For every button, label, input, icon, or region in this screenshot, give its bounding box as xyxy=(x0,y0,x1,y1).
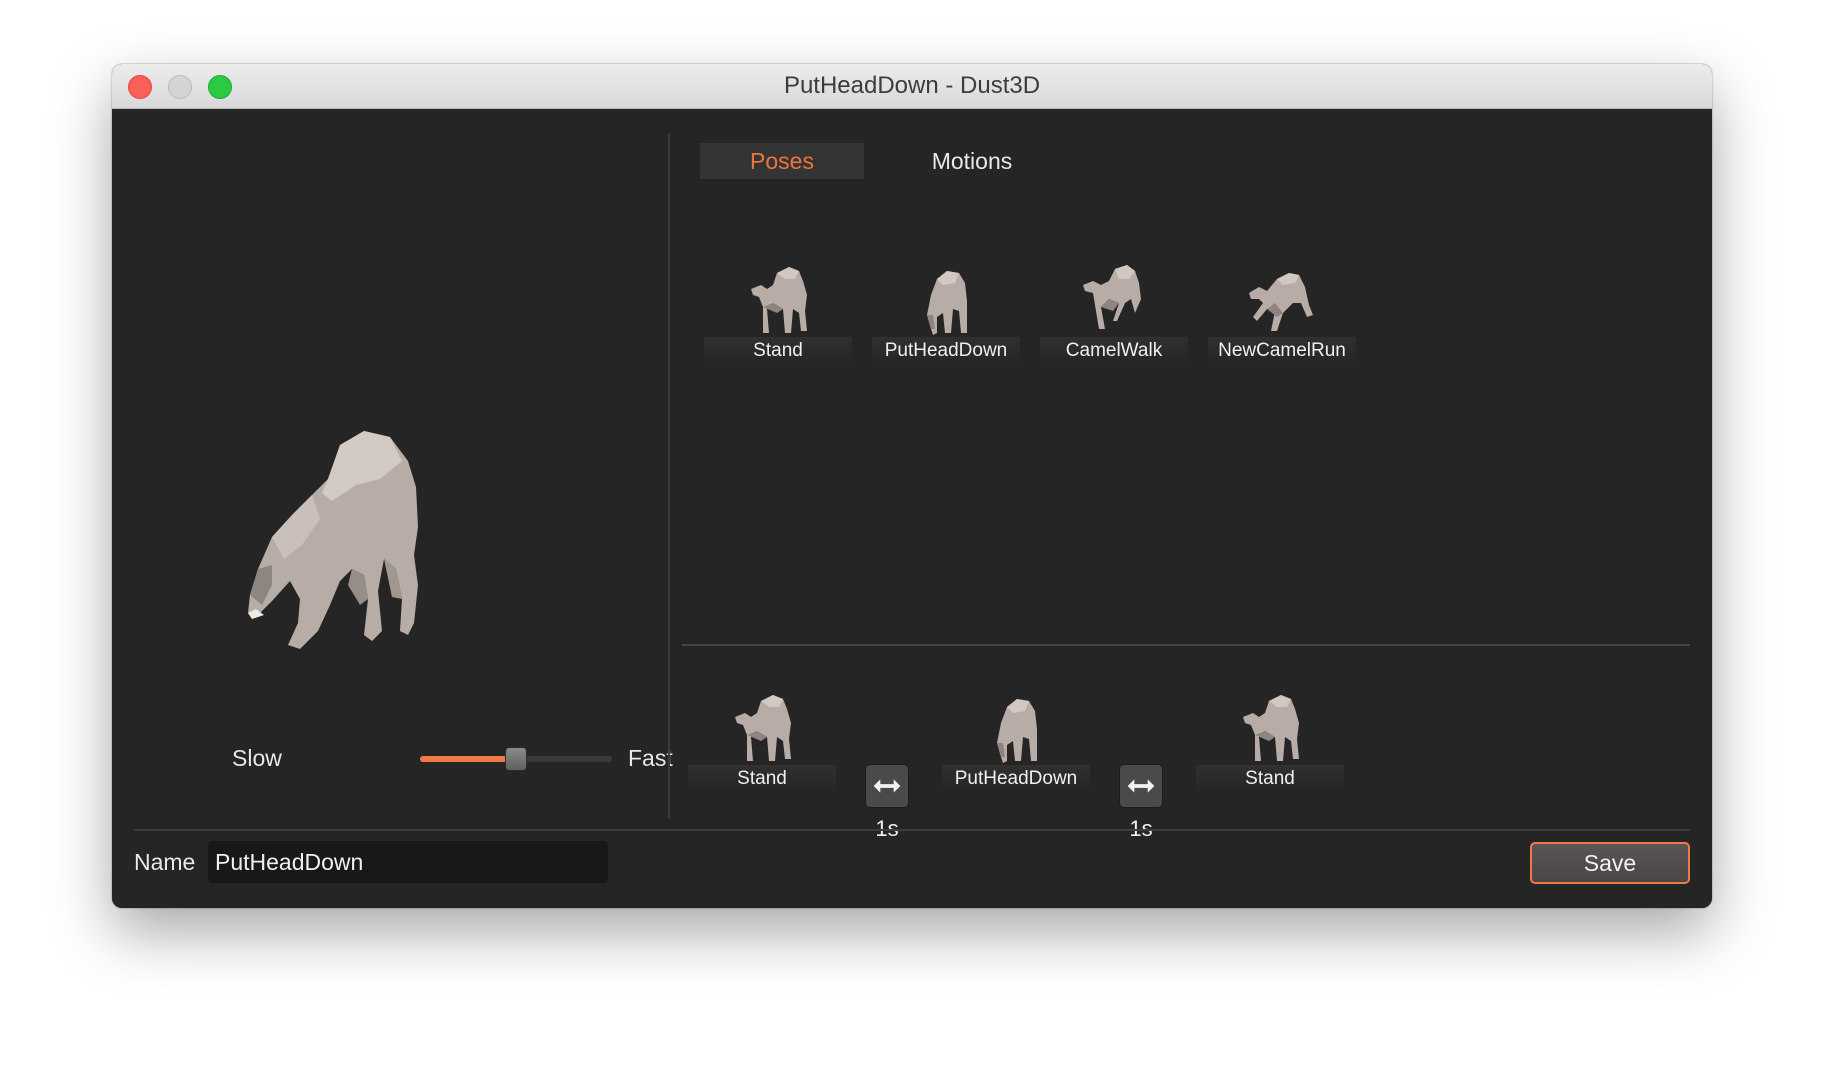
timeline-clip-stand-2[interactable]: Stand xyxy=(1196,687,1344,797)
name-label: Name xyxy=(134,849,196,875)
camel-stand-thumbnail xyxy=(751,267,807,333)
camel-run-thumbnail xyxy=(1249,273,1313,331)
footer-divider xyxy=(134,829,1690,831)
speed-slider-thumb[interactable] xyxy=(505,747,527,771)
timeline-divider xyxy=(682,644,1690,646)
tab-poses[interactable]: Poses xyxy=(700,143,864,179)
playback-speed-control: Slow Fast xyxy=(232,739,673,779)
app-window: PutHeadDown - Dust3D Slow Fast Poses Mot… xyxy=(112,64,1712,908)
camel-stand-thumbnail xyxy=(735,695,791,761)
clip-label: Stand xyxy=(1196,765,1344,793)
pose-label: PutHeadDown xyxy=(872,337,1020,365)
camel-headdown-thumbnail xyxy=(927,271,967,335)
title-bar: PutHeadDown - Dust3D xyxy=(112,64,1712,109)
tab-motions[interactable]: Motions xyxy=(892,143,1052,179)
pose-label: Stand xyxy=(704,337,852,365)
pose-label: CamelWalk xyxy=(1040,337,1188,365)
clip-label: Stand xyxy=(688,765,836,793)
model-preview[interactable] xyxy=(232,409,492,709)
pose-label: NewCamelRun xyxy=(1208,337,1356,365)
pose-item-putheaddown[interactable]: PutHeadDown xyxy=(872,259,1020,369)
speed-slider[interactable] xyxy=(420,747,612,771)
pose-item-stand[interactable]: Stand xyxy=(704,259,852,369)
save-button[interactable]: Save xyxy=(1530,842,1690,884)
interpolation-button[interactable] xyxy=(1119,764,1163,808)
vertical-divider xyxy=(668,133,670,819)
fast-label: Fast xyxy=(628,745,673,771)
motion-editor: Slow Fast Poses Motions Stand PutHeadDow… xyxy=(112,109,1712,908)
double-arrow-icon xyxy=(873,779,901,793)
double-arrow-icon xyxy=(1127,779,1155,793)
window-title: PutHeadDown - Dust3D xyxy=(783,72,1041,99)
speed-slider-fill xyxy=(420,756,516,762)
pose-item-newcamelrun[interactable]: NewCamelRun xyxy=(1208,259,1356,369)
name-input[interactable] xyxy=(208,841,608,883)
camel-headdown-thumbnail xyxy=(997,699,1037,763)
interpolation-1[interactable]: 1s xyxy=(847,764,927,844)
camel-walk-thumbnail xyxy=(1083,265,1141,329)
clip-label: PutHeadDown xyxy=(942,765,1090,793)
timeline-clip-putheaddown[interactable]: PutHeadDown xyxy=(942,687,1090,797)
camel-stand-thumbnail xyxy=(1243,695,1299,761)
timeline-clip-stand[interactable]: Stand xyxy=(688,687,836,797)
slow-label: Slow xyxy=(232,745,282,771)
pose-item-camelwalk[interactable]: CamelWalk xyxy=(1040,259,1188,369)
interpolation-button[interactable] xyxy=(865,764,909,808)
interpolation-2[interactable]: 1s xyxy=(1101,764,1181,844)
